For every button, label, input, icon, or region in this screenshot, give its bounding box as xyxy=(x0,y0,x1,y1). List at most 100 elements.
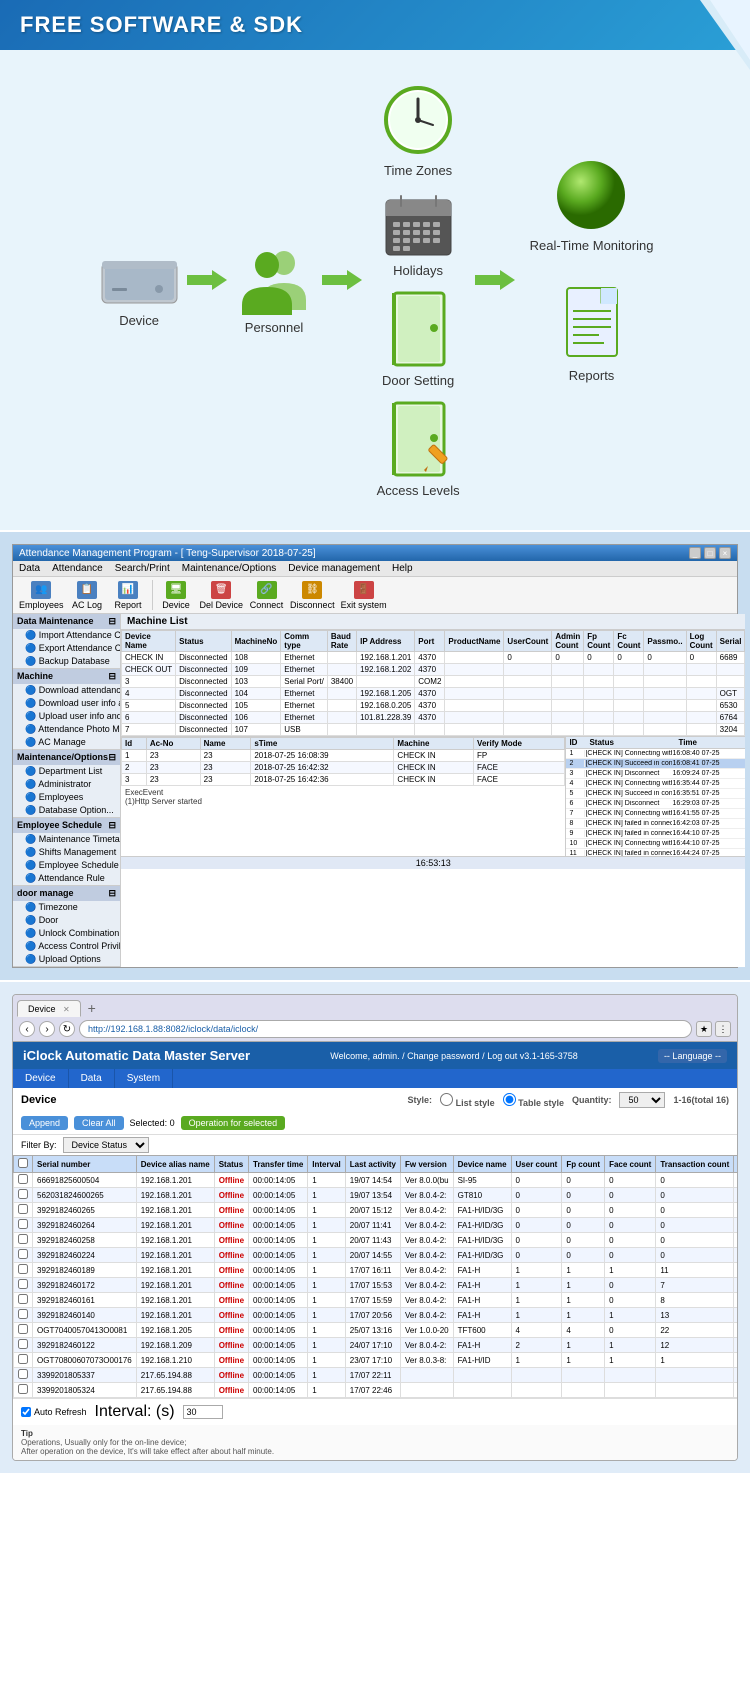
event-row[interactable]: 323232018-07-25 16:42:36CHECK INFACE xyxy=(122,774,565,786)
sidebar-dl-user[interactable]: 🔵 Download user info and Fp xyxy=(13,697,120,710)
sidebar-access-priv[interactable]: 🔵 Access Control Privilege xyxy=(13,940,120,953)
sidebar-dept[interactable]: 🔵 Department List xyxy=(13,765,120,778)
table-row[interactable]: 3Disconnected103Serial Port/38400COM2 xyxy=(122,676,745,688)
menu-attendance[interactable]: Attendance xyxy=(52,563,103,574)
sidebar-backup[interactable]: 🔵 Backup Database xyxy=(13,655,120,668)
sidebar-att-rule[interactable]: 🔵 Attendance Rule xyxy=(13,872,120,885)
table-row[interactable]: 3929182460189192.168.1.201Offline00:00:1… xyxy=(14,1263,738,1278)
table-row[interactable]: 4Disconnected104Ethernet192.168.1.205437… xyxy=(122,688,745,700)
exit-system-btn[interactable]: 🚪 Exit system xyxy=(341,581,387,610)
table-row[interactable]: 3399201805337217.65.194.88Offline00:00:1… xyxy=(14,1368,738,1383)
sidebar-door[interactable]: 🔵 Door xyxy=(13,914,120,927)
sidebar-employees[interactable]: 🔵 Employees xyxy=(13,791,120,804)
sidebar-photo[interactable]: 🔵 Attendance Photo Management xyxy=(13,723,120,736)
log-entry[interactable]: 6 [CHECK IN] Disconnect 16:29:03 07-25 xyxy=(566,799,745,809)
table-row[interactable]: 562031824600265192.168.1.201Offline00:00… xyxy=(14,1188,738,1203)
nav-data[interactable]: Data xyxy=(69,1069,115,1088)
disconnect-btn[interactable]: ⛓ Disconnect xyxy=(290,581,335,610)
table-row[interactable]: 3399201805324217.65.194.88Offline00:00:1… xyxy=(14,1383,738,1398)
report-btn[interactable]: 📊 Report xyxy=(111,581,146,610)
sidebar-emp-sched[interactable]: 🔵 Employee Schedule xyxy=(13,859,120,872)
employees-btn[interactable]: 👥 Employees xyxy=(19,581,64,610)
sidebar-dl-logs[interactable]: 🔵 Download attendance logs xyxy=(13,684,120,697)
close-btn[interactable]: × xyxy=(719,547,731,559)
log-entry[interactable]: 2 [CHECK IN] Succeed in conn 16:08:41 07… xyxy=(566,759,745,769)
sidebar-unlock[interactable]: 🔵 Unlock Combination xyxy=(13,927,120,940)
browser-tab-device[interactable]: Device ✕ xyxy=(17,1000,81,1017)
table-row[interactable]: CHECK INDisconnected108Ethernet192.168.1… xyxy=(122,652,745,664)
sidebar-ac[interactable]: 🔵 AC Manage xyxy=(13,736,120,749)
url-bar[interactable]: http://192.168.1.88:8082/iclock/data/icl… xyxy=(79,1020,692,1038)
log-entry[interactable]: 8 [CHECK IN] failed in connect 16:42:03 … xyxy=(566,819,745,829)
language-btn[interactable]: -- Language -- xyxy=(658,1049,727,1063)
table-row[interactable]: 3929182460122192.168.1.209Offline00:00:1… xyxy=(14,1338,738,1353)
table-row[interactable]: 7Disconnected107USB3204 xyxy=(122,724,745,736)
event-row[interactable]: 123232018-07-25 16:08:39CHECK INFP xyxy=(122,750,565,762)
menu-search[interactable]: Search/Print xyxy=(115,563,170,574)
sidebar-shifts[interactable]: 🔵 Shifts Management xyxy=(13,846,120,859)
del-device-btn[interactable]: 🗑 Del Device xyxy=(200,581,244,610)
quantity-select[interactable]: 50 100 150 200 xyxy=(619,1092,665,1108)
machine-table-container[interactable]: Device Name Status MachineNo Comm type B… xyxy=(121,630,745,736)
new-tab-button[interactable]: + xyxy=(83,999,101,1017)
table-row[interactable]: 3929182460140192.168.1.201Offline00:00:1… xyxy=(14,1308,738,1323)
nav-device[interactable]: Device xyxy=(13,1069,69,1088)
sidebar-header-maint[interactable]: Maintenance/Options ⊟ xyxy=(13,750,120,765)
table-row[interactable]: 66691825600504192.168.1.201Offline00:00:… xyxy=(14,1173,738,1188)
sidebar-header-data[interactable]: Data Maintenance ⊟ xyxy=(13,614,120,629)
filter-select[interactable]: Device Status xyxy=(63,1137,149,1153)
tab-close-btn[interactable]: ✕ xyxy=(63,1005,70,1014)
sidebar-upload-opts[interactable]: 🔵 Upload Options xyxy=(13,953,120,966)
log-entry[interactable]: 7 [CHECK IN] Connecting with 16:41:55 07… xyxy=(566,809,745,819)
log-entries-container[interactable]: 1 [CHECK IN] Connecting with 16:08:40 07… xyxy=(566,749,745,856)
table-row[interactable]: OGT70800607073O00176192.168.1.210Offline… xyxy=(14,1353,738,1368)
table-row[interactable]: OGT70400570413O0081192.168.1.205Offline0… xyxy=(14,1323,738,1338)
table-row[interactable]: 3929182460172192.168.1.201Offline00:00:1… xyxy=(14,1278,738,1293)
sidebar-header-door[interactable]: door manage ⊟ xyxy=(13,886,120,901)
table-row[interactable]: 3929182460258192.168.1.201Offline00:00:1… xyxy=(14,1233,738,1248)
table-row[interactable]: CHECK OUTDisconnected109Ethernet192.168.… xyxy=(122,664,745,676)
auto-refresh-checkbox[interactable] xyxy=(21,1407,31,1417)
web-table-container[interactable]: Serial number Device alias name Status T… xyxy=(13,1155,737,1398)
sidebar-import[interactable]: 🔵 Import Attendance Checking Data xyxy=(13,629,120,642)
table-row[interactable]: 3929182460161192.168.1.201Offline00:00:1… xyxy=(14,1293,738,1308)
menu-maintenance[interactable]: Maintenance/Options xyxy=(182,563,277,574)
table-style-radio[interactable]: Table style xyxy=(503,1093,564,1108)
log-entry[interactable]: 10 [CHECK IN] Connecting with 16:44:10 0… xyxy=(566,839,745,849)
list-style-radio[interactable]: List style xyxy=(440,1093,495,1108)
auto-refresh-check[interactable]: Auto Refresh xyxy=(21,1407,87,1417)
connect-btn[interactable]: 🔗 Connect xyxy=(249,581,284,610)
sidebar-header-emp[interactable]: Employee Schedule ⊟ xyxy=(13,818,120,833)
bookmark-btn[interactable]: ★ xyxy=(696,1021,712,1037)
refresh-btn[interactable]: ↻ xyxy=(59,1021,75,1037)
table-row[interactable]: 3929182460265192.168.1.201Offline00:00:1… xyxy=(14,1203,738,1218)
clear-all-btn[interactable]: Clear All xyxy=(74,1116,124,1130)
operation-btn[interactable]: Operation for selected xyxy=(181,1116,286,1130)
sidebar-header-machine[interactable]: Machine ⊟ xyxy=(13,669,120,684)
menu-help[interactable]: Help xyxy=(392,563,413,574)
log-entry[interactable]: 5 [CHECK IN] Succeed in conn 16:35:51 07… xyxy=(566,789,745,799)
menu-data[interactable]: Data xyxy=(19,563,40,574)
sidebar-admin[interactable]: 🔵 Administrator xyxy=(13,778,120,791)
log-entry[interactable]: 11 [CHECK IN] failed in connect 16:44:24… xyxy=(566,849,745,856)
interval-input[interactable] xyxy=(183,1405,223,1419)
minimize-btn[interactable]: _ xyxy=(689,547,701,559)
log-entry[interactable]: 1 [CHECK IN] Connecting with 16:08:40 07… xyxy=(566,749,745,759)
maximize-btn[interactable]: □ xyxy=(704,547,716,559)
log-entry[interactable]: 4 [CHECK IN] Connecting with 16:35:44 07… xyxy=(566,779,745,789)
sidebar-db[interactable]: 🔵 Database Option... xyxy=(13,804,120,817)
table-row[interactable]: 3929182460224192.168.1.201Offline00:00:1… xyxy=(14,1248,738,1263)
table-row[interactable]: 6Disconnected106Ethernet101.81.228.39437… xyxy=(122,712,745,724)
settings-btn[interactable]: ⋮ xyxy=(715,1021,731,1037)
menu-device-mgmt[interactable]: Device management xyxy=(288,563,380,574)
sidebar-timetable[interactable]: 🔵 Maintenance Timetables xyxy=(13,833,120,846)
table-row[interactable]: 5Disconnected105Ethernet192.168.0.205437… xyxy=(122,700,745,712)
select-all-checkbox[interactable] xyxy=(18,1158,28,1168)
aclog-btn[interactable]: 📋 AC Log xyxy=(70,581,105,610)
table-row[interactable]: 3929182460264192.168.1.201Offline00:00:1… xyxy=(14,1218,738,1233)
append-btn[interactable]: Append xyxy=(21,1116,68,1130)
sidebar-export[interactable]: 🔵 Export Attendance Checking Data xyxy=(13,642,120,655)
sidebar-ul-user[interactable]: 🔵 Upload user info and FP xyxy=(13,710,120,723)
device-btn[interactable]: 🖥 Device xyxy=(159,581,194,610)
forward-btn[interactable]: › xyxy=(39,1021,55,1037)
